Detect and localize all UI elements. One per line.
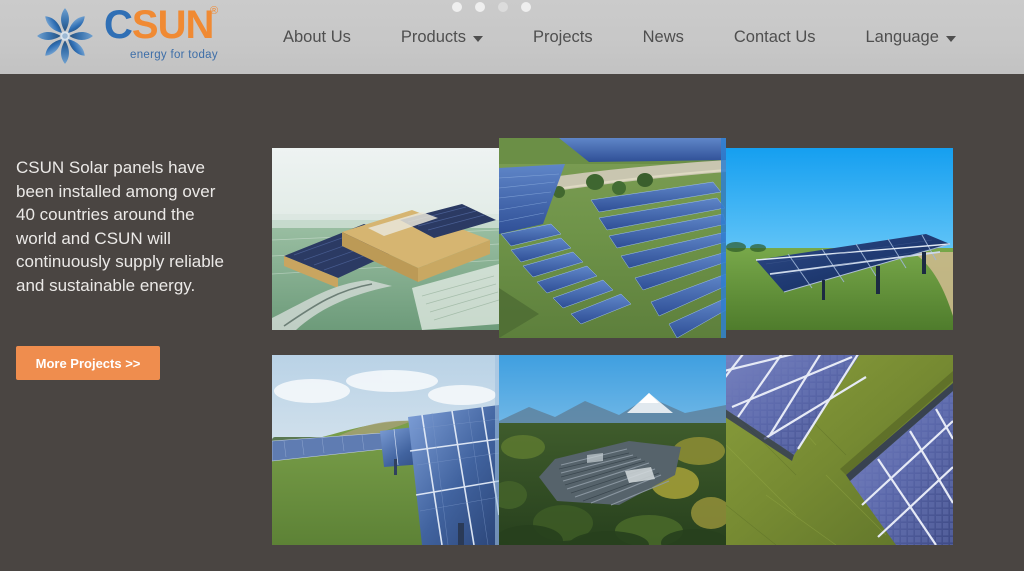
main-navigation: About Us Products Projects News Contact … xyxy=(258,0,981,74)
nav-label-about-us: About Us xyxy=(283,27,351,46)
gallery-row-2 xyxy=(272,355,953,545)
nav-item-news[interactable]: News xyxy=(618,28,709,47)
logo-tagline: energy for today xyxy=(130,49,218,61)
nav-item-about-us[interactable]: About Us xyxy=(258,28,376,47)
hero-section: CSUN Solar panels have been installed am… xyxy=(0,74,1024,571)
registered-trademark-icon: ® xyxy=(210,5,219,17)
nav-label-language: Language xyxy=(865,27,939,46)
logo-letter-c: C xyxy=(104,3,133,47)
nav-item-contact-us[interactable]: Contact Us xyxy=(709,28,841,47)
site-header: CSUN ® energy for today About Us Product… xyxy=(0,0,1024,74)
hero-paragraph: CSUN Solar panels have been installed am… xyxy=(16,158,224,295)
nav-label-products: Products xyxy=(400,27,466,46)
nav-label-projects: Projects xyxy=(533,27,593,46)
nav-label-contact-us: Contact Us xyxy=(733,27,816,46)
nav-item-language[interactable]: Language xyxy=(841,28,981,47)
gallery-image-1[interactable] xyxy=(272,148,499,330)
more-projects-button[interactable]: More Projects >> xyxy=(16,346,160,380)
gallery-image-3[interactable] xyxy=(726,148,953,330)
gallery-image-2[interactable] xyxy=(499,138,726,338)
gallery-row-1 xyxy=(272,138,953,338)
hero-copy: CSUN Solar panels have been installed am… xyxy=(16,156,231,298)
logo-wordmark: CSUN ® energy for today xyxy=(104,5,244,67)
nav-item-products[interactable]: Products xyxy=(376,28,508,47)
logo-letters-sun: SUN xyxy=(131,3,214,47)
gallery-image-4[interactable] xyxy=(272,355,499,545)
csun-sunflower-logo-icon xyxy=(34,5,96,67)
nav-label-news: News xyxy=(642,27,684,46)
chevron-down-icon xyxy=(945,35,956,42)
chevron-down-icon xyxy=(473,35,483,42)
nav-item-projects[interactable]: Projects xyxy=(508,28,618,47)
gallery-image-6[interactable] xyxy=(726,355,953,545)
site-logo[interactable]: CSUN ® energy for today xyxy=(34,3,244,69)
gallery-image-5[interactable] xyxy=(499,355,726,545)
project-image-gallery xyxy=(272,138,953,571)
